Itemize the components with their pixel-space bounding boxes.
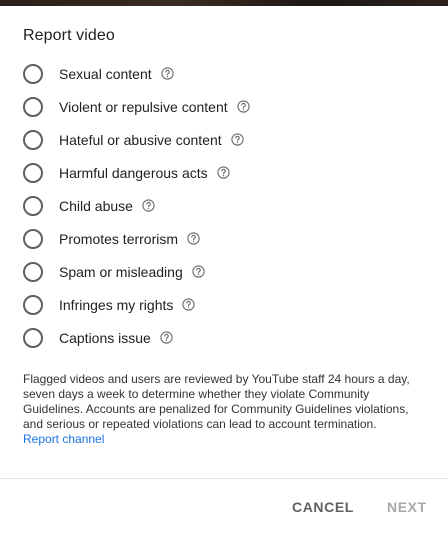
radio-button[interactable] bbox=[23, 327, 43, 348]
option-promotes-terrorism[interactable]: Promotes terrorism bbox=[0, 222, 448, 255]
report-channel-link[interactable]: Report channel bbox=[23, 432, 104, 446]
option-label: Harmful dangerous acts bbox=[59, 164, 208, 181]
next-button[interactable]: NEXT bbox=[387, 499, 427, 515]
option-sexual-content[interactable]: Sexual content bbox=[0, 57, 448, 90]
help-circle-icon[interactable] bbox=[142, 199, 155, 212]
help-circle-icon[interactable] bbox=[182, 298, 196, 311]
radio-button[interactable] bbox=[23, 261, 43, 282]
option-infringes-rights[interactable]: Infringes my rights bbox=[0, 288, 448, 321]
help-circle-icon[interactable] bbox=[236, 100, 250, 113]
radio-button[interactable] bbox=[23, 129, 43, 150]
option-label: Captions issue bbox=[59, 329, 151, 346]
option-captions-issue[interactable]: Captions issue bbox=[0, 321, 448, 354]
option-label: Spam or misleading bbox=[59, 263, 183, 280]
option-spam-misleading[interactable]: Spam or misleading bbox=[0, 255, 448, 288]
option-harmful-acts[interactable]: Harmful dangerous acts bbox=[0, 156, 448, 189]
cancel-button[interactable]: CANCEL bbox=[292, 499, 354, 515]
help-circle-icon[interactable] bbox=[192, 265, 205, 278]
option-label: Promotes terrorism bbox=[59, 230, 179, 247]
option-child-abuse[interactable]: Child abuse bbox=[0, 189, 448, 222]
footer-divider bbox=[0, 478, 448, 479]
help-circle-icon[interactable] bbox=[160, 67, 174, 80]
option-hateful-content[interactable]: Hateful or abusive content bbox=[0, 123, 448, 156]
help-circle-icon[interactable] bbox=[231, 133, 244, 146]
review-policy-text: Flagged videos and users are reviewed by… bbox=[23, 372, 410, 431]
radio-button[interactable] bbox=[23, 96, 43, 117]
option-label: Sexual content bbox=[59, 65, 152, 82]
option-label: Child abuse bbox=[59, 197, 133, 214]
help-circle-icon[interactable] bbox=[216, 166, 230, 179]
dialog-title: Report video bbox=[23, 27, 115, 44]
option-label: Infringes my rights bbox=[59, 296, 174, 313]
report-video-dialog: Report video Sexual content Violent or r… bbox=[0, 6, 448, 534]
help-circle-icon[interactable] bbox=[160, 331, 173, 344]
report-reason-list: Sexual content Violent or repulsive cont… bbox=[0, 57, 448, 354]
radio-button[interactable] bbox=[23, 195, 43, 216]
radio-button[interactable] bbox=[23, 294, 43, 315]
option-label: Hateful or abusive content bbox=[59, 131, 222, 148]
option-label: Violent or repulsive content bbox=[59, 98, 228, 115]
radio-button[interactable] bbox=[23, 63, 43, 84]
help-circle-icon[interactable] bbox=[187, 232, 200, 245]
radio-button[interactable] bbox=[23, 228, 43, 249]
radio-button[interactable] bbox=[23, 162, 43, 183]
option-violent-content[interactable]: Violent or repulsive content bbox=[0, 90, 448, 123]
